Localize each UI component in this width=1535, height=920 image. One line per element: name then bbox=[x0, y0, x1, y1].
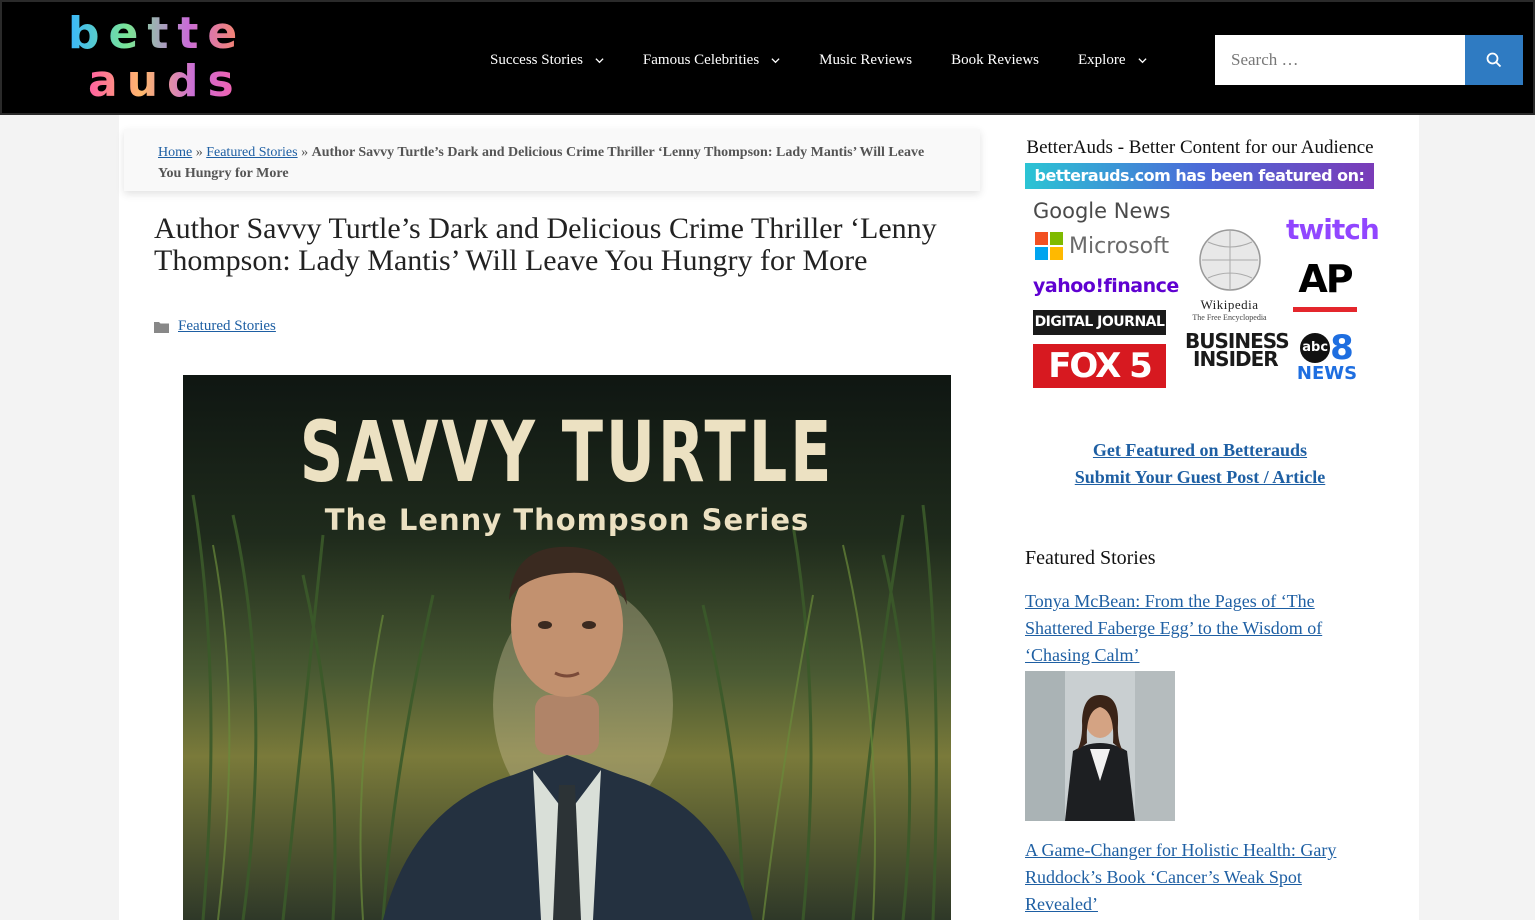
fox5-logo: FOX 5 bbox=[1033, 344, 1166, 388]
abc8-news-logo: abc 8 NEWS bbox=[1295, 331, 1359, 383]
nav-label: Success Stories bbox=[490, 51, 583, 68]
wikipedia-logo: Wikipedia The Free Encyclopedia bbox=[1187, 227, 1272, 322]
article-title: Author Savvy Turtle’s Dark and Delicious… bbox=[154, 212, 937, 277]
yahoo-finance-logo: yahoo!finance bbox=[1033, 275, 1179, 297]
search-input[interactable] bbox=[1215, 35, 1465, 85]
breadcrumb-separator: » bbox=[192, 145, 207, 160]
nav-music-reviews[interactable]: Music Reviews bbox=[819, 52, 912, 69]
logo-line-2: auds bbox=[88, 58, 248, 106]
microsoft-icon bbox=[1035, 232, 1063, 260]
nav-label: Famous Celebrities bbox=[642, 51, 760, 68]
cover-subtitle: The Lenny Thompson Series bbox=[324, 503, 810, 537]
logo-line-1: better bbox=[68, 8, 277, 59]
wikipedia-wordmark: Wikipedia bbox=[1200, 297, 1259, 312]
ap-logo: AP bbox=[1293, 259, 1357, 312]
ap-wordmark: AP bbox=[1298, 257, 1353, 301]
search-button[interactable] bbox=[1465, 35, 1523, 85]
business-insider-line-2: INSIDER bbox=[1193, 347, 1279, 371]
wikipedia-tagline: The Free Encyclopedia bbox=[1192, 313, 1267, 322]
featured-logos: Google News Microsoft yahoo!finance DIGI… bbox=[1025, 189, 1380, 389]
breadcrumb-category-link[interactable]: Featured Stories bbox=[206, 145, 297, 160]
abc8-mark: abc 8 bbox=[1295, 331, 1359, 365]
digital-journal-logo: DIGITAL JOURNAL bbox=[1033, 310, 1166, 335]
main-nav: Success Stories Famous Celebrities Music… bbox=[490, 46, 1186, 74]
microsoft-logo: Microsoft bbox=[1035, 232, 1169, 260]
breadcrumb: Home » Featured Stories » Author Savvy T… bbox=[124, 129, 980, 191]
nav-famous-celebrities[interactable]: Famous Celebrities bbox=[643, 52, 780, 69]
abc-number: 8 bbox=[1330, 328, 1354, 368]
search-form bbox=[1215, 35, 1523, 85]
sidebar-widget-title: BetterAuds - Better Content for our Audi… bbox=[1026, 137, 1374, 158]
breadcrumb-home-link[interactable]: Home bbox=[158, 145, 192, 160]
featured-stories-title: Featured Stories bbox=[1025, 547, 1156, 569]
nav-book-reviews[interactable]: Book Reviews bbox=[951, 52, 1039, 69]
nav-label: Book Reviews bbox=[951, 51, 1040, 68]
wikipedia-globe-icon bbox=[1198, 229, 1261, 291]
featured-story-link[interactable]: Tonya McBean: From the Pages of ‘The Sha… bbox=[1025, 588, 1375, 669]
nav-label: Explore bbox=[1078, 51, 1126, 68]
business-insider-logo: BUSINESS INSIDER bbox=[1185, 331, 1290, 371]
chevron-down-icon bbox=[1137, 57, 1147, 63]
abc-news-wordmark: NEWS bbox=[1296, 363, 1358, 384]
breadcrumb-separator: » bbox=[297, 145, 312, 160]
featured-on-banner: betterauds.com has been featured on: bbox=[1025, 163, 1374, 189]
chevron-down-icon bbox=[595, 57, 604, 63]
nav-explore[interactable]: Explore bbox=[1078, 51, 1147, 69]
featured-story-thumbnail[interactable] bbox=[1025, 671, 1175, 821]
featured-story-link[interactable]: A Game-Changer for Holistic Health: Gary… bbox=[1025, 837, 1375, 918]
chevron-down-icon bbox=[771, 57, 780, 63]
sidebar-cta-links: Get Featured on Betterauds Submit Your G… bbox=[1025, 437, 1375, 491]
nav-success-stories[interactable]: Success Stories bbox=[490, 52, 604, 69]
folder-icon bbox=[154, 321, 169, 333]
search-icon bbox=[1486, 52, 1502, 68]
twitch-logo: twitch bbox=[1286, 213, 1380, 246]
submit-guest-post-link[interactable]: Submit Your Guest Post / Article bbox=[1025, 464, 1375, 491]
ap-underline bbox=[1293, 307, 1357, 312]
cover-title: SAVVY TURTLE bbox=[299, 403, 835, 501]
article-category: Featured Stories bbox=[154, 318, 276, 335]
portrait-photo bbox=[1025, 671, 1175, 821]
nav-label: Music Reviews bbox=[819, 51, 913, 68]
abc-circle: abc bbox=[1300, 333, 1331, 363]
site-logo[interactable]: better auds bbox=[68, 8, 277, 110]
google-news-logo: Google News bbox=[1033, 199, 1171, 223]
book-cover-image: SAVVY TURTLE The Lenny Thompson Series bbox=[183, 375, 951, 920]
site-header: better auds Success Stories Famous Celeb… bbox=[0, 0, 1535, 115]
category-link[interactable]: Featured Stories bbox=[178, 318, 276, 335]
sidebar: BetterAuds - Better Content for our Audi… bbox=[1025, 137, 1380, 918]
microsoft-wordmark: Microsoft bbox=[1069, 233, 1170, 259]
get-featured-link[interactable]: Get Featured on Betterauds bbox=[1025, 437, 1375, 464]
